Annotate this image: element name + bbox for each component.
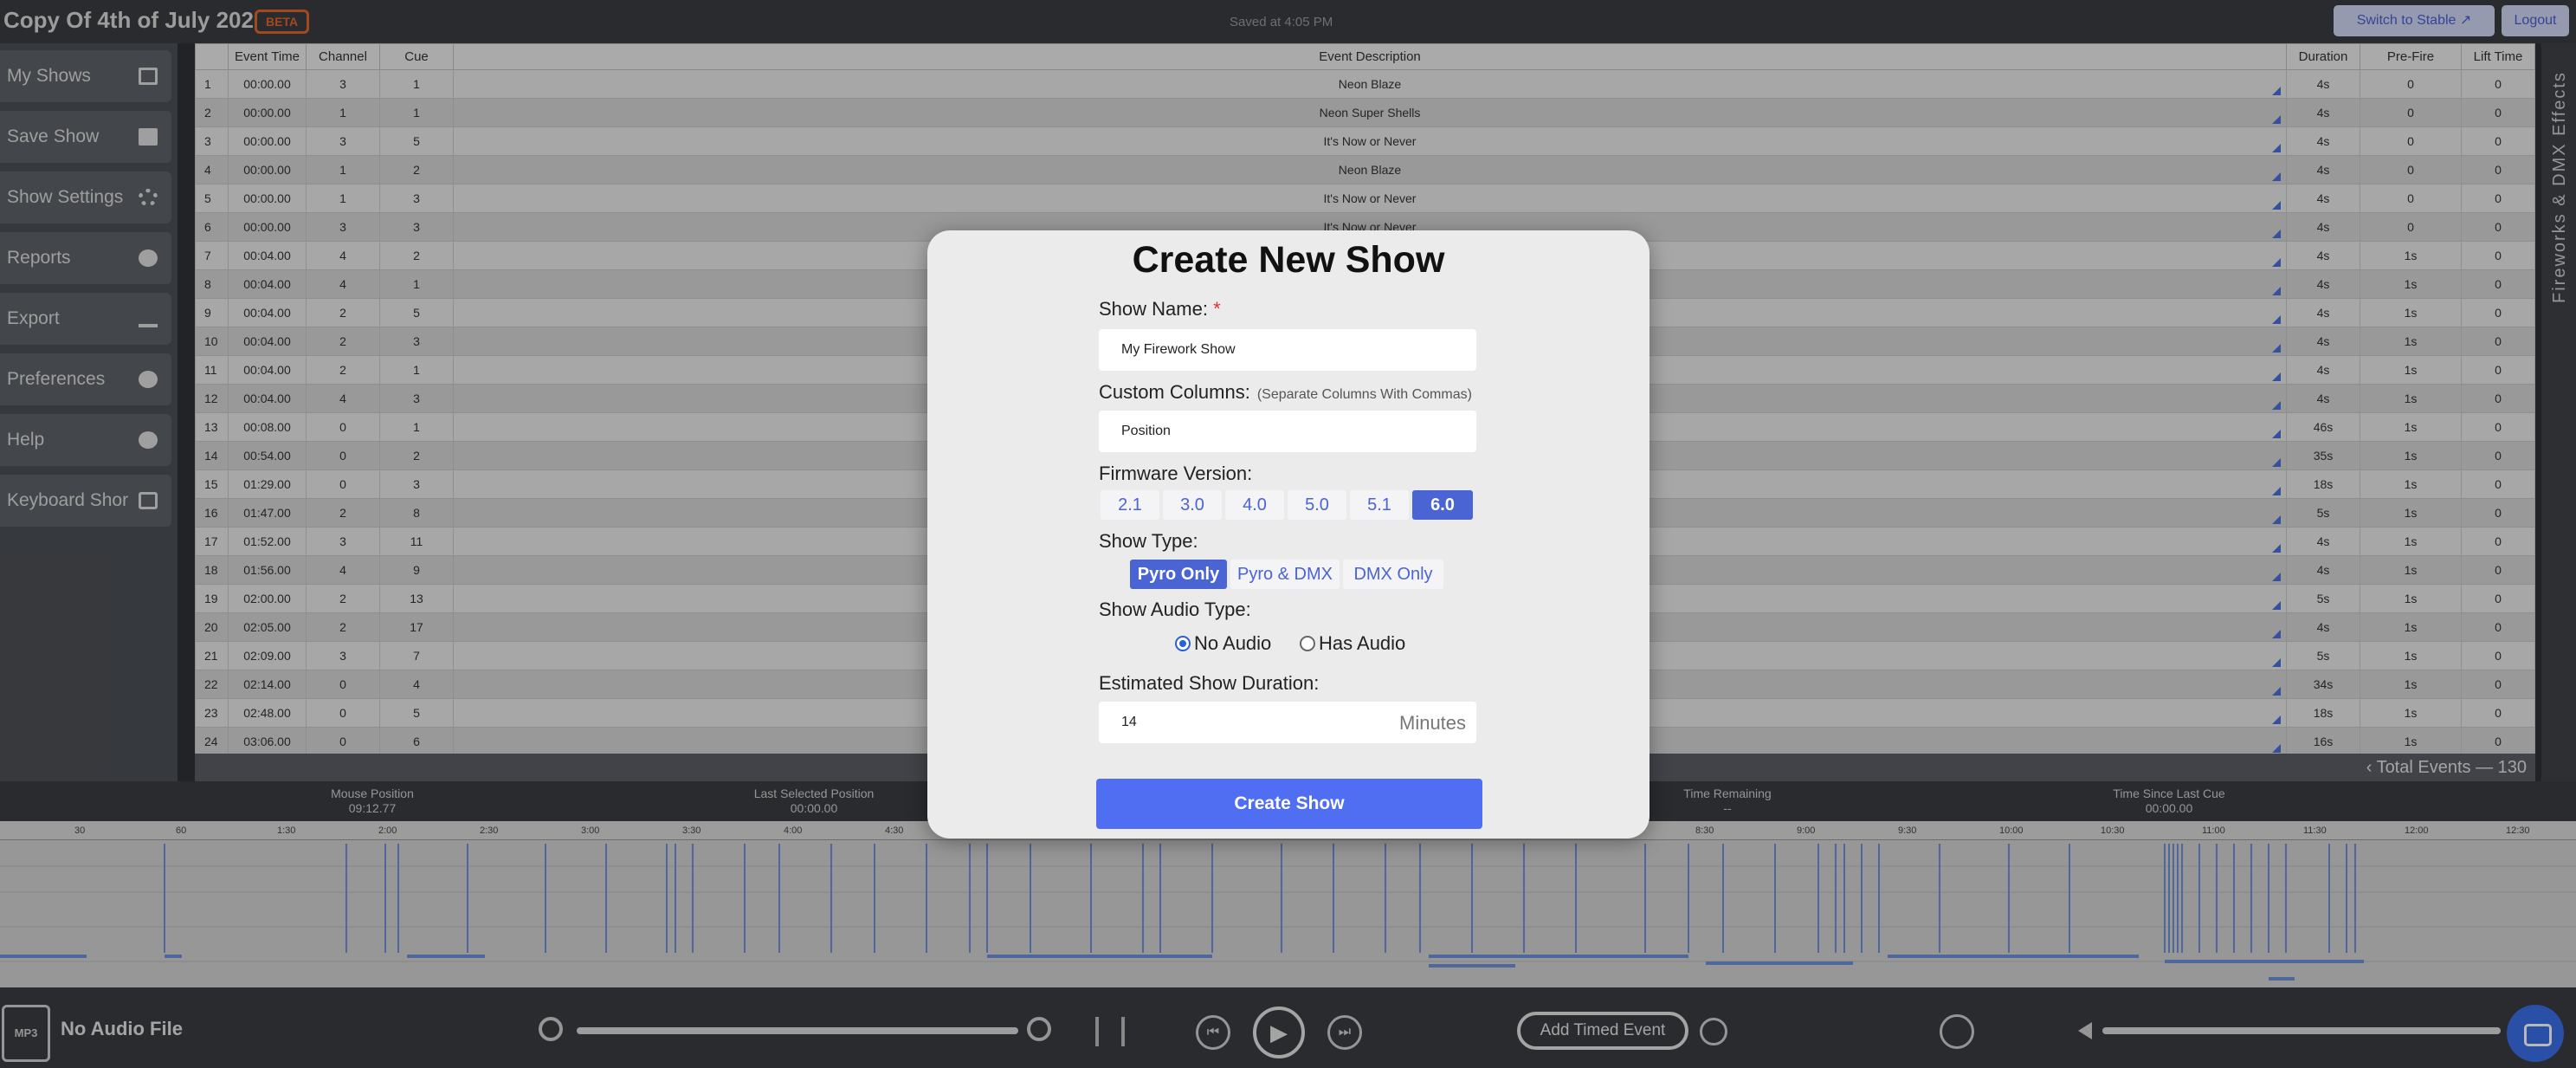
create-show-dialog: Create New Show Show Name: * Custom Colu…	[927, 230, 1650, 838]
required-mark: *	[1213, 298, 1221, 320]
firmware-option-3-0[interactable]: 3.0	[1163, 490, 1222, 520]
create-show-button[interactable]: Create Show	[1096, 779, 1482, 829]
firmware-option-6-0[interactable]: 6.0	[1412, 490, 1473, 520]
custom-columns-hint: (Separate Columns With Commas)	[1256, 387, 1472, 402]
audio-option-no-audio[interactable]: No Audio	[1175, 632, 1271, 655]
custom-columns-label: Custom Columns: (Separate Columns With Co…	[1099, 381, 1472, 404]
show-type-pyro-only[interactable]: Pyro Only	[1130, 560, 1227, 589]
duration-unit: Minutes	[1399, 712, 1467, 734]
audio-type-label: Show Audio Type:	[1099, 599, 1251, 620]
radio-label: No Audio	[1194, 632, 1272, 654]
firmware-version-label: Firmware Version:	[1099, 463, 1253, 484]
audio-option-has-audio[interactable]: Has Audio	[1300, 632, 1405, 655]
firmware-option-5-0[interactable]: 5.0	[1288, 490, 1346, 520]
custom-columns-label-text: Custom Columns:	[1099, 381, 1250, 403]
show-name-label: Show Name: *	[1099, 298, 1221, 320]
show-type-pyro-dmx[interactable]: Pyro & DMX	[1230, 560, 1340, 589]
show-name-input[interactable]	[1099, 329, 1476, 371]
radio-label: Has Audio	[1319, 632, 1406, 654]
firmware-option-5-1[interactable]: 5.1	[1350, 490, 1409, 520]
dialog-title: Create New Show	[1132, 239, 1445, 281]
show-type-label: Show Type:	[1099, 530, 1198, 552]
show-type-dmx-only[interactable]: DMX Only	[1343, 560, 1443, 589]
duration-label: Estimated Show Duration:	[1099, 672, 1320, 694]
radio-unselected-icon[interactable]	[1300, 636, 1315, 651]
firmware-option-4-0[interactable]: 4.0	[1225, 490, 1284, 520]
firmware-option-2-1[interactable]: 2.1	[1101, 490, 1159, 520]
custom-columns-input[interactable]	[1099, 411, 1476, 452]
show-name-label-text: Show Name:	[1099, 298, 1208, 320]
radio-selected-icon[interactable]	[1175, 636, 1191, 651]
